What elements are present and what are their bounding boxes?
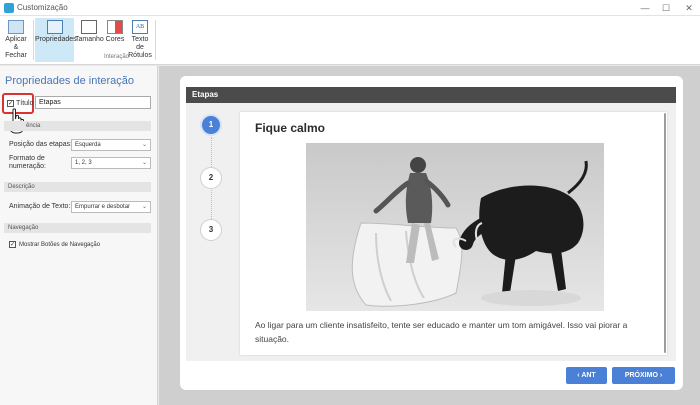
next-button[interactable]: PRÓXIMO › [612, 367, 675, 384]
properties-icon [46, 20, 63, 34]
slide-text: Ao ligar para um cliente insatisfeito, t… [255, 320, 628, 344]
numbering-label-line2: numeração: [9, 163, 46, 170]
apply-close-button[interactable]: Aplicar & Fechar [2, 18, 30, 62]
chevron-down-icon: ⌄ [141, 160, 147, 166]
step-1-marker[interactable]: 1 [200, 114, 222, 136]
title-input[interactable]: Etapas [35, 96, 151, 109]
chevron-down-icon: ⌄ [141, 204, 147, 210]
panel-title: Propriedades de interação [5, 75, 135, 87]
step-connector [211, 190, 212, 219]
size-icon [81, 20, 97, 34]
colors-icon [107, 20, 123, 34]
bullfight-photo [306, 143, 604, 311]
ribbon-separator [155, 20, 156, 60]
appearance-section-header: ência [4, 121, 151, 131]
properties-label: Propriedades [35, 36, 77, 43]
text-animation-value: Empurrar e desbotar [75, 204, 131, 210]
text-animation-select[interactable]: Empurrar e desbotar ⌄ [71, 201, 151, 213]
step-connector [211, 137, 212, 167]
apply-label-line2: & Fechar [5, 44, 27, 59]
interaction-header: Etapas [186, 87, 676, 103]
show-nav-buttons-label: Mostrar Botões de Navegação [19, 242, 101, 248]
description-section-header: Descrição [4, 182, 151, 192]
window-title: Customização [17, 3, 68, 12]
ribbon-separator [33, 20, 34, 60]
title-checkbox[interactable]: ✓ [7, 100, 14, 107]
colors-label: Cores [105, 36, 125, 43]
apply-label-line1: Aplicar [5, 36, 27, 43]
size-label: Tamanho [75, 36, 104, 43]
label-text-icon: AB [132, 20, 148, 34]
properties-panel: Propriedades de interação ✓ Título Etapa… [0, 66, 158, 405]
steps-position-label: Posição das etapas: [9, 141, 73, 148]
steps-position-value: Esquerda [75, 142, 101, 148]
close-button[interactable]: ✕ [683, 2, 695, 14]
text-animation-label: Animação de Texto: [9, 203, 71, 210]
label-text-button[interactable]: AB Texto de Rótulos [127, 18, 153, 62]
label-text-line2: Rótulos [128, 52, 152, 59]
maximize-button[interactable]: ☐ [660, 2, 672, 14]
numbering-format-value: 1, 2, 3 [75, 160, 92, 166]
steps-position-select[interactable]: Esquerda ⌄ [71, 139, 151, 151]
title-bar: Customização — ☐ ✕ [0, 0, 700, 16]
previous-button[interactable]: ‹ ANT [566, 367, 607, 384]
step-3-marker[interactable]: 3 [200, 219, 222, 241]
chevron-down-icon: ⌄ [141, 142, 147, 148]
step-2-marker[interactable]: 2 [200, 167, 222, 189]
appearance-section-label: ência [26, 123, 41, 129]
show-nav-buttons-checkbox[interactable]: ✓ [9, 241, 16, 248]
ribbon-toolbar: Aplicar & Fechar Propriedades Tamanho Co… [0, 16, 700, 65]
minimize-button[interactable]: — [639, 2, 651, 14]
slide-title: Fique calmo [255, 121, 326, 135]
content-scrollbar[interactable] [664, 113, 666, 353]
size-button[interactable]: Tamanho [75, 18, 104, 62]
numbering-format-label: Formato de numeração: [9, 155, 46, 171]
apply-close-icon [8, 20, 24, 34]
ribbon-group-label: Interação [104, 54, 130, 60]
properties-button[interactable]: Propriedades [35, 18, 77, 62]
numbering-format-select[interactable]: 1, 2, 3 ⌄ [71, 157, 151, 169]
title-checkbox-label: Título [16, 100, 34, 107]
app-icon [4, 3, 14, 13]
navigation-section-header: Navegação [4, 223, 151, 233]
numbering-label-line1: Formato de [9, 155, 45, 162]
label-text-line1: Texto de [131, 36, 149, 51]
